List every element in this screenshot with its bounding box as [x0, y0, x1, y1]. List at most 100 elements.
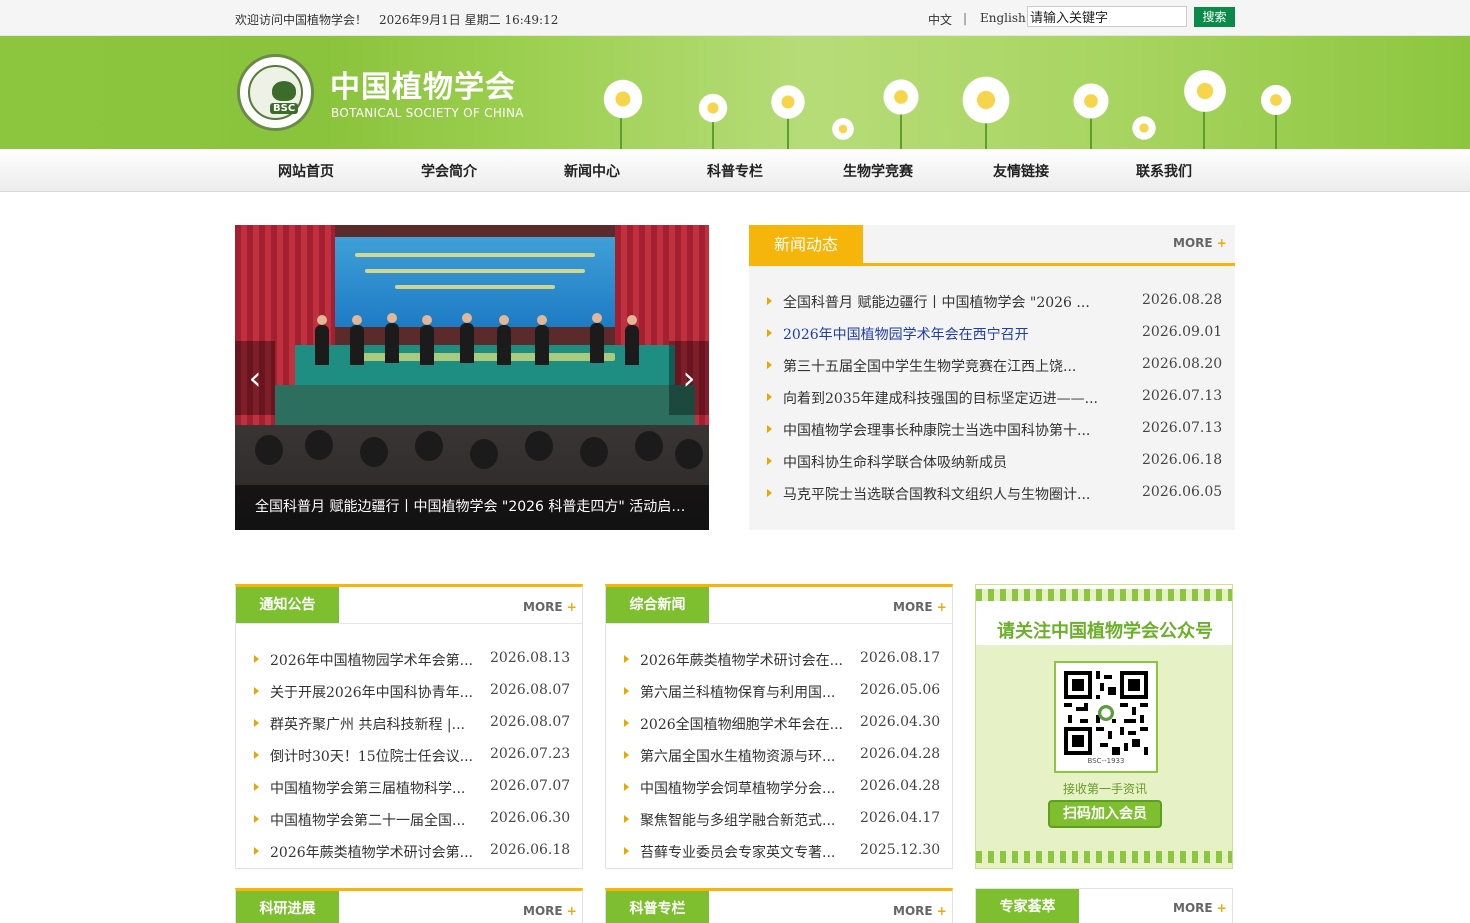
experts-more-link[interactable]: MORE +	[1173, 901, 1227, 915]
main-nav: 网站首页 学会简介 新闻中心 科普专栏 生物学竞赛 友情链接 联系我们	[0, 149, 1470, 192]
decor-flower	[1130, 114, 1158, 142]
more-label: MORE	[893, 600, 933, 614]
research-more-link[interactable]: MORE +	[523, 904, 577, 918]
slide-stage	[275, 385, 695, 425]
list-item-title[interactable]: 2026全国植物细胞学术年会在...	[640, 714, 843, 734]
popsci-panel: 科普专栏 MORE +	[605, 888, 953, 923]
plus-icon: +	[936, 600, 947, 614]
site-logo[interactable]: BSC	[237, 54, 314, 131]
list-item[interactable]: 2026全国植物细胞学术年会在... 2026.04.30	[624, 714, 944, 734]
list-item-title[interactable]: 聚焦智能与多组学融合新范式...	[640, 810, 835, 830]
image-slider[interactable]: ‹ › 全国科普月 赋能边疆行丨中国植物学会 "2026 科普走四方" 活动启动…	[235, 225, 709, 530]
list-item-title[interactable]: 中国植物学会第二十一届全国...	[270, 810, 465, 830]
nav-item-home[interactable]: 网站首页	[278, 161, 334, 181]
triangle-bullet-icon	[254, 687, 259, 695]
list-item-title[interactable]: 第六届兰科植物保育与利用国...	[640, 682, 835, 702]
list-item-date: 2026.06.18	[1142, 452, 1223, 468]
slider-prev-button[interactable]: ‹	[235, 341, 275, 415]
slide-caption[interactable]: 全国科普月 赋能边疆行丨中国植物学会 "2026 科普走四方" 活动启动仪式	[235, 485, 709, 530]
list-item[interactable]: 苔藓专业委员会专家英文专著... 2025.12.30	[624, 842, 944, 862]
decor-flower	[1258, 82, 1294, 118]
list-item-title[interactable]: 第三十五届全国中学生生物学竞赛在江西上饶...	[783, 356, 1076, 376]
nav-item-popsci[interactable]: 科普专栏	[707, 161, 763, 181]
list-item-title[interactable]: 中国植物学会第三届植物科学...	[270, 778, 465, 798]
triangle-bullet-icon	[767, 425, 772, 433]
list-item[interactable]: 第六届全国水生植物资源与环... 2026.04.28	[624, 746, 944, 766]
list-item-title[interactable]: 马克平院士当选联合国教科文组织人与生物圈计...	[783, 484, 1090, 504]
list-item-title[interactable]: 第六届全国水生植物资源与环...	[640, 746, 835, 766]
list-item[interactable]: 中国科协生命科学联合体吸纳新成员 2026.06.18	[767, 452, 1222, 472]
join-member-button[interactable]: 扫码加入会员	[1048, 800, 1162, 828]
list-item[interactable]: 中国植物学会第三届植物科学... 2026.07.07	[254, 778, 574, 798]
list-item[interactable]: 第六届兰科植物保育与利用国... 2026.05.06	[624, 682, 944, 702]
list-item-title[interactable]: 中国科协生命科学联合体吸纳新成员	[783, 452, 1007, 472]
list-item-title[interactable]: 倒计时30天！15位院士任会议...	[270, 746, 473, 766]
triangle-bullet-icon	[254, 719, 259, 727]
list-item-title[interactable]: 苔藓专业委员会专家英文专著...	[640, 842, 835, 862]
plus-icon: +	[566, 904, 577, 918]
popsci-panel-title[interactable]: 科普专栏	[606, 891, 709, 923]
list-item[interactable]: 马克平院士当选联合国教科文组织人与生物圈计... 2026.06.05	[767, 484, 1222, 504]
list-item-title[interactable]: 关于开展2026年中国科协青年...	[270, 682, 473, 702]
research-panel: 科研进展 MORE +	[235, 888, 583, 923]
decor-audience	[580, 437, 608, 467]
list-item[interactable]: 2026年中国植物园学术年会第... 2026.08.13	[254, 650, 574, 670]
experts-panel-title[interactable]: 专家荟萃	[976, 889, 1079, 923]
nav-item-competition[interactable]: 生物学竞赛	[843, 161, 913, 181]
list-item-title[interactable]: 2026年中国植物园学术年会在西宁召开	[783, 324, 1029, 344]
list-item-title[interactable]: 2026年中国植物园学术年会第...	[270, 650, 473, 670]
wechat-qr-panel: 请关注中国植物学会公众号 BSC--1933 接收第一手资讯 扫码加入会员	[975, 584, 1233, 869]
list-item-title[interactable]: 向着到2035年建成科技强国的目标坚定迈进——...	[783, 388, 1098, 408]
general-news-panel-title[interactable]: 综合新闻	[606, 587, 709, 623]
list-item[interactable]: 中国植物学会理事长种康院士当选中国科协第十... 2026.07.13	[767, 420, 1222, 440]
list-item-title[interactable]: 群英齐聚广州 共启科技新程 |...	[270, 714, 465, 734]
decor-person	[315, 315, 329, 365]
news-more-link[interactable]: MORE +	[1173, 236, 1227, 250]
notices-panel-title[interactable]: 通知公告	[236, 587, 339, 623]
search-input[interactable]	[1027, 6, 1187, 27]
news-panel-title[interactable]: 新闻动态	[749, 225, 863, 266]
list-item[interactable]: 中国植物学会饲草植物学分会... 2026.04.28	[624, 778, 944, 798]
triangle-bullet-icon	[254, 847, 259, 855]
plus-icon: +	[1216, 901, 1227, 915]
lang-chinese-link[interactable]: 中文	[928, 11, 952, 28]
list-item[interactable]: 2026年蕨类植物学术研讨会在... 2026.08.17	[624, 650, 944, 670]
list-item-title[interactable]: 2026年蕨类植物学术研讨会在...	[640, 650, 843, 670]
decor-head	[627, 315, 637, 325]
list-item[interactable]: 倒计时30天！15位院士任会议... 2026.07.23	[254, 746, 574, 766]
decor-flower	[880, 76, 922, 118]
list-item[interactable]: 2026年中国植物园学术年会在西宁召开 2026.09.01	[767, 324, 1222, 344]
list-item[interactable]: 第三十五届全国中学生生物学竞赛在江西上饶... 2026.08.20	[767, 356, 1222, 376]
list-item[interactable]: 群英齐聚广州 共启科技新程 |... 2026.08.07	[254, 714, 574, 734]
news-panel-header: 新闻动态 MORE +	[749, 225, 1235, 266]
list-item-title[interactable]: 2026年蕨类植物学术研讨会第...	[270, 842, 473, 862]
nav-item-contact[interactable]: 联系我们	[1136, 161, 1192, 181]
research-panel-title[interactable]: 科研进展	[236, 891, 339, 923]
decor-head	[499, 315, 509, 325]
lang-english-link[interactable]: English	[980, 11, 1026, 25]
list-item[interactable]: 关于开展2026年中国科协青年... 2026.08.07	[254, 682, 574, 702]
decor-head	[352, 315, 362, 325]
search-button[interactable]: 搜索	[1194, 7, 1235, 27]
list-item-date: 2026.06.18	[490, 842, 571, 858]
list-item[interactable]: 中国植物学会第二十一届全国... 2026.06.30	[254, 810, 574, 830]
list-item[interactable]: 向着到2035年建成科技强国的目标坚定迈进——... 2026.07.13	[767, 388, 1222, 408]
nav-item-news[interactable]: 新闻中心	[564, 161, 620, 181]
decor-audience	[255, 435, 283, 465]
list-item-title[interactable]: 中国植物学会理事长种康院士当选中国科协第十...	[783, 420, 1090, 440]
list-item[interactable]: 聚焦智能与多组学融合新范式... 2026.04.17	[624, 810, 944, 830]
more-label: MORE	[893, 904, 933, 918]
popsci-more-link[interactable]: MORE +	[893, 904, 947, 918]
decor-head	[387, 313, 397, 323]
wechat-title: 请关注中国植物学会公众号	[997, 621, 1213, 642]
nav-item-about[interactable]: 学会简介	[421, 161, 477, 181]
notices-more-link[interactable]: MORE +	[523, 600, 577, 614]
nav-item-links[interactable]: 友情链接	[993, 161, 1049, 181]
list-item[interactable]: 2026年蕨类植物学术研讨会第... 2026.06.18	[254, 842, 574, 862]
list-item-title[interactable]: 全国科普月 赋能边疆行丨中国植物学会 "2026 ...	[783, 292, 1090, 312]
slider-next-button[interactable]: ›	[669, 341, 709, 415]
list-item-title[interactable]: 中国植物学会饲草植物学分会...	[640, 778, 835, 798]
decor-border	[976, 851, 1232, 863]
general-news-more-link[interactable]: MORE +	[893, 600, 947, 614]
list-item[interactable]: 全国科普月 赋能边疆行丨中国植物学会 "2026 ... 2026.08.28	[767, 292, 1222, 312]
